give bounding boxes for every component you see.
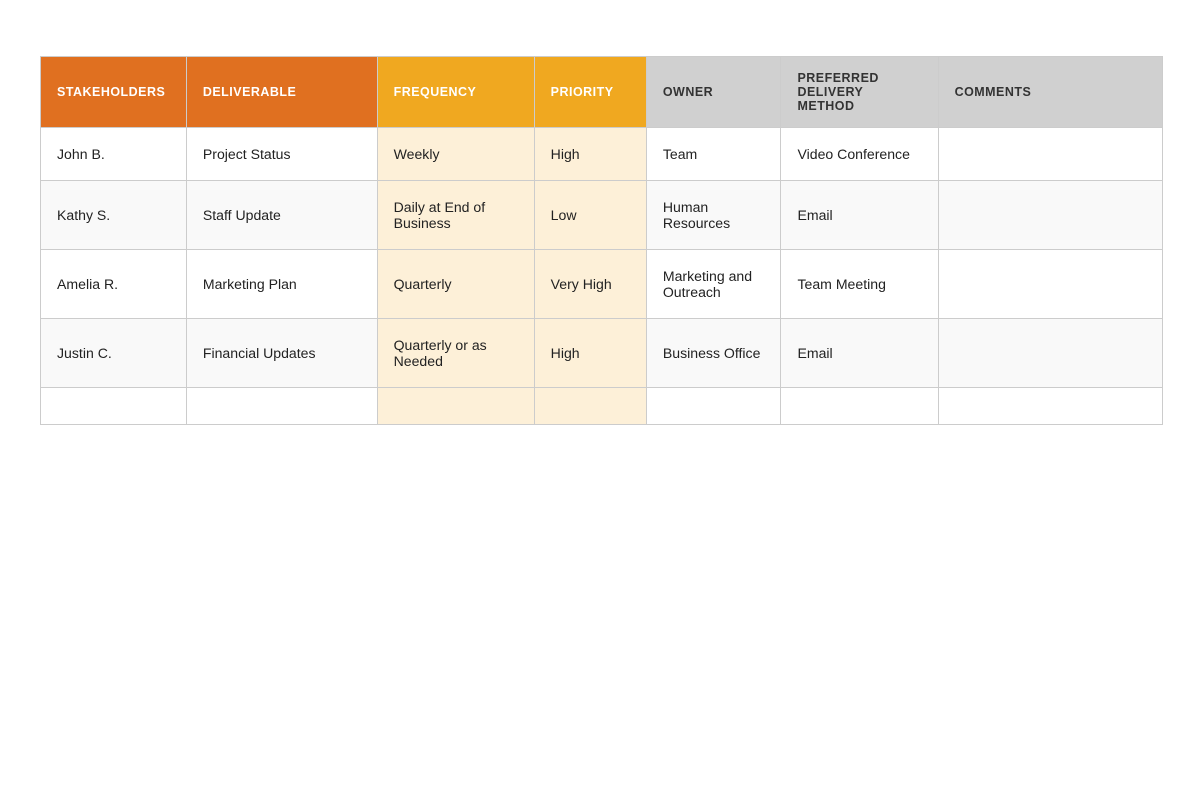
cell-r4-c4 [646,388,781,425]
cell-r3-c6 [938,319,1162,388]
cell-r0-c6 [938,128,1162,181]
cell-r2-c5: Team Meeting [781,250,938,319]
table-header-3: PRIORITY [534,57,646,128]
cell-r3-c4: Business Office [646,319,781,388]
table-row [41,388,1163,425]
cell-r3-c5: Email [781,319,938,388]
cell-r1-c6 [938,181,1162,250]
cell-r0-c5: Video Conference [781,128,938,181]
cell-r2-c0: Amelia R. [41,250,187,319]
cell-r0-c3: High [534,128,646,181]
table-header-6: COMMENTS [938,57,1162,128]
table-row: John B.Project StatusWeeklyHighTeamVideo… [41,128,1163,181]
table-header-5: PREFERRED DELIVERY METHOD [781,57,938,128]
cell-r4-c0 [41,388,187,425]
cell-r4-c2 [377,388,534,425]
cell-r4-c1 [186,388,377,425]
cell-r1-c2: Daily at End of Business [377,181,534,250]
cell-r2-c1: Marketing Plan [186,250,377,319]
cell-r2-c2: Quarterly [377,250,534,319]
cell-r3-c0: Justin C. [41,319,187,388]
cell-r0-c0: John B. [41,128,187,181]
table-header-1: DELIVERABLE [186,57,377,128]
cell-r0-c2: Weekly [377,128,534,181]
table-row: Justin C.Financial UpdatesQuarterly or a… [41,319,1163,388]
cell-r1-c1: Staff Update [186,181,377,250]
cell-r1-c3: Low [534,181,646,250]
cell-r3-c1: Financial Updates [186,319,377,388]
table-row: Amelia R.Marketing PlanQuarterlyVery Hig… [41,250,1163,319]
cell-r3-c2: Quarterly or as Needed [377,319,534,388]
table-header-2: FREQUENCY [377,57,534,128]
cell-r0-c1: Project Status [186,128,377,181]
table-header-0: STAKEHOLDERS [41,57,187,128]
cell-r4-c5 [781,388,938,425]
table-row: Kathy S.Staff UpdateDaily at End of Busi… [41,181,1163,250]
cell-r4-c6 [938,388,1162,425]
cell-r1-c4: Human Resources [646,181,781,250]
cell-r4-c3 [534,388,646,425]
cell-r2-c3: Very High [534,250,646,319]
cell-r3-c3: High [534,319,646,388]
cell-r2-c6 [938,250,1162,319]
cell-r1-c0: Kathy S. [41,181,187,250]
cell-r1-c5: Email [781,181,938,250]
communication-plan-table: STAKEHOLDERSDELIVERABLEFREQUENCYPRIORITY… [40,56,1163,425]
table-header-4: OWNER [646,57,781,128]
cell-r2-c4: Marketing and Outreach [646,250,781,319]
cell-r0-c4: Team [646,128,781,181]
